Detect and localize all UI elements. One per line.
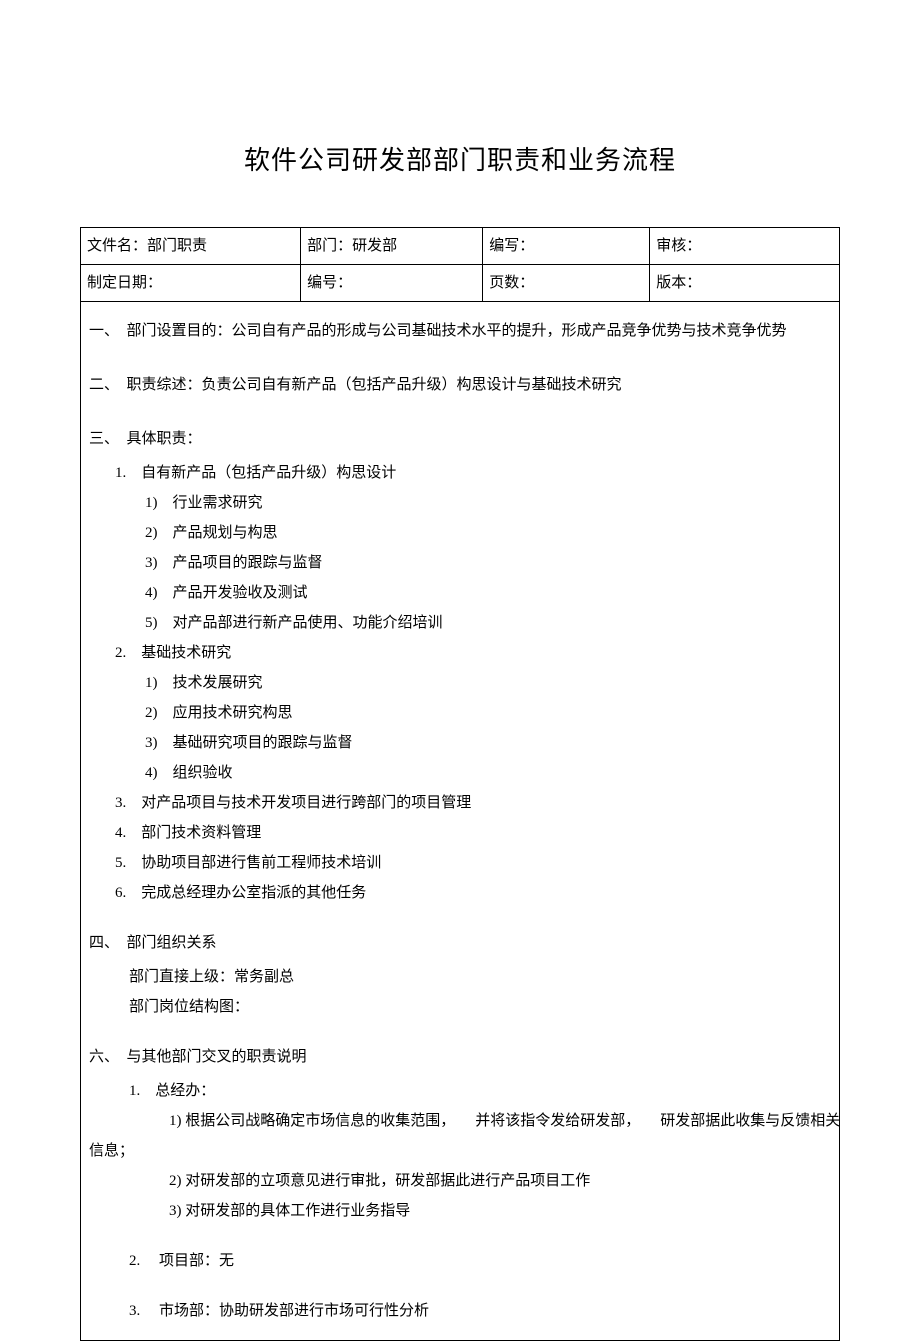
s4-line1: 部门直接上级：常务副总 [89,962,831,992]
s3-2-4: 4) 组织验收 [145,758,831,788]
s6-item2: 2. 项目部：无 [89,1246,831,1276]
meta-dept: 部门：研发部 [301,228,483,265]
meta-writer: 编写： [483,228,650,265]
s3-2-1: 1) 技术发展研究 [145,668,831,698]
s6-1-1b: 并将该指令发给研发部， [475,1106,660,1136]
s6-1-3: 3) 对研发部的具体工作进行业务指导 [89,1196,831,1226]
meta-version: 版本： [650,265,840,302]
s3-item3: 3. 对产品项目与技术开发项目进行跨部门的项目管理 [115,788,831,818]
meta-filename: 文件名：部门职责 [81,228,301,265]
s6-1-1-line: 1) 根据公司战略确定市场信息的收集范围， 并将该指令发给研发部， 研发部据此收… [89,1106,831,1136]
s3-1-1: 1) 行业需求研究 [145,488,831,518]
meta-table: 文件名：部门职责 部门：研发部 编写： 审核： 制定日期： 编号： 页数： 版本… [80,227,840,302]
meta-pages: 页数： [483,265,650,302]
s3-1-2: 2) 产品规划与构思 [145,518,831,548]
s3-item6: 6. 完成总经理办公室指派的其他任务 [115,878,831,908]
body-content: 一、 部门设置目的：公司自有产品的形成与公司基础技术水平的提升，形成产品竞争优势… [80,302,840,1341]
s6-1-2: 2) 对研发部的立项意见进行审批，研发部据此进行产品项目工作 [89,1166,831,1196]
s3-2-3: 3) 基础研究项目的跟踪与监督 [145,728,831,758]
s6-item1-label: 1. 总经办： [89,1076,831,1106]
section-6-heading: 六、 与其他部门交叉的职责说明 [89,1042,831,1072]
s6-1-1d: 信息； [89,1136,831,1166]
section-1: 一、 部门设置目的：公司自有产品的形成与公司基础技术水平的提升，形成产品竞争优势… [89,316,831,346]
page-title: 软件公司研发部部门职责和业务流程 [80,140,840,177]
section-4-heading: 四、 部门组织关系 [89,928,831,958]
s3-item5: 5. 协助项目部进行售前工程师技术培训 [115,848,831,878]
meta-no: 编号： [301,265,483,302]
s3-1-4: 4) 产品开发验收及测试 [145,578,831,608]
s3-item2: 2. 基础技术研究 [115,638,831,668]
s3-item1: 1. 自有新产品（包括产品升级）构思设计 [115,458,831,488]
s6-item3: 3. 市场部：协助研发部进行市场可行性分析 [89,1296,831,1326]
document-page: 软件公司研发部部门职责和业务流程 文件名：部门职责 部门：研发部 编写： 审核：… [80,140,840,1341]
section-2: 二、 职责综述：负责公司自有新产品（包括产品升级）构思设计与基础技术研究 [89,370,831,400]
s4-line2: 部门岗位结构图： [89,992,831,1022]
s6-1-1c: 研发部据此收集与反馈相关 [660,1106,840,1136]
meta-date: 制定日期： [81,265,301,302]
s6-1-1a: 1) 根据公司战略确定市场信息的收集范围， [89,1106,475,1136]
s3-1-5: 5) 对产品部进行新产品使用、功能介绍培训 [145,608,831,638]
s3-item4: 4. 部门技术资料管理 [115,818,831,848]
meta-reviewer: 审核： [650,228,840,265]
s3-2-2: 2) 应用技术研究构思 [145,698,831,728]
s3-1-3: 3) 产品项目的跟踪与监督 [145,548,831,578]
section-3-heading: 三、 具体职责： [89,424,831,454]
